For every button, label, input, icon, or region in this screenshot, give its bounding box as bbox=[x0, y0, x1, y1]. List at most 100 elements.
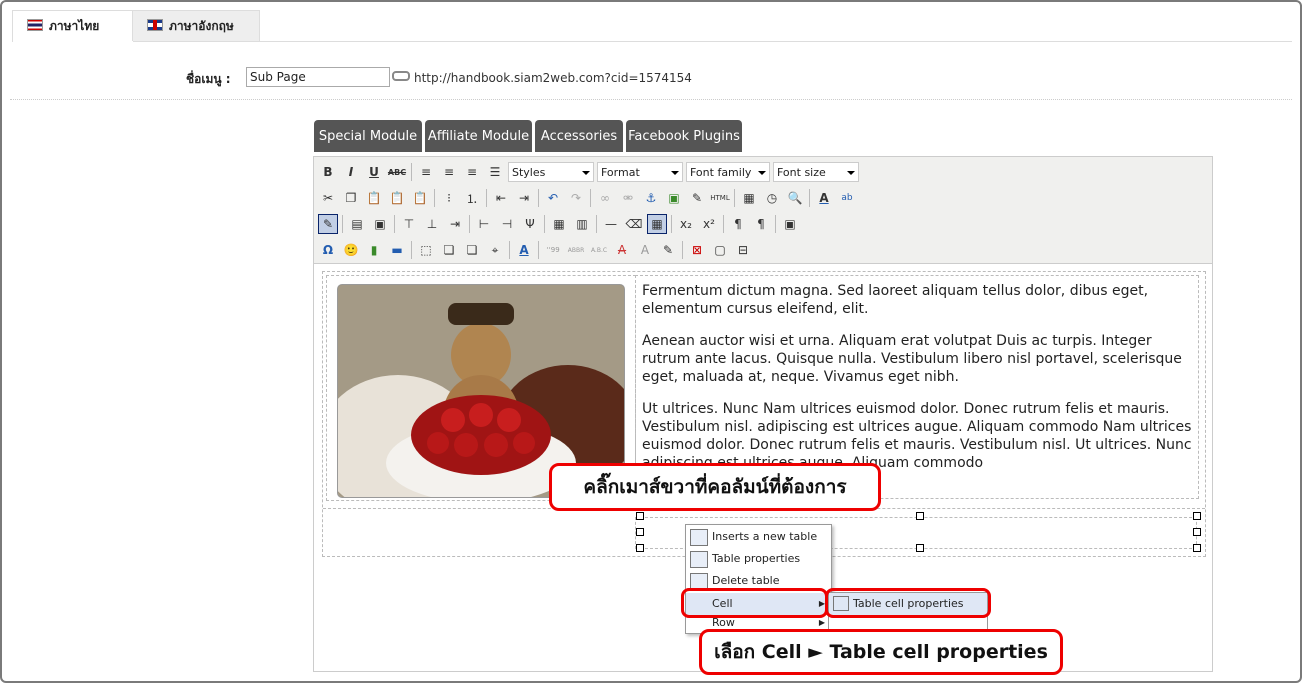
attributes-icon[interactable]: ✎ bbox=[658, 240, 678, 260]
move-backward-icon[interactable]: ❏ bbox=[462, 240, 482, 260]
preview-icon[interactable]: 🔍 bbox=[785, 188, 805, 208]
merge-cells-icon[interactable]: ▥ bbox=[572, 214, 592, 234]
align-center-icon[interactable]: ≡ bbox=[439, 162, 459, 182]
menu-item-table-properties[interactable]: Table properties bbox=[686, 548, 831, 570]
menu-name-input[interactable]: Sub Page bbox=[246, 67, 390, 87]
table-edit-icon[interactable]: ✎ bbox=[318, 214, 338, 234]
callout-right-click: คลิ๊กเมาส์ขวาที่คอลัมน์ที่ต้องการ bbox=[549, 463, 881, 511]
callout-select-cell: เลือก Cell ► Table cell properties bbox=[699, 629, 1063, 675]
link-icon bbox=[392, 71, 410, 81]
row-before-icon[interactable]: ⊤ bbox=[399, 214, 419, 234]
acronym-icon[interactable]: A.B.C bbox=[589, 240, 609, 260]
format-select[interactable]: Format bbox=[597, 162, 683, 182]
delete-row-icon[interactable]: ⇥ bbox=[445, 214, 465, 234]
cite-icon[interactable]: ‘‘99 bbox=[543, 240, 563, 260]
visual-chars-icon[interactable]: ⊠ bbox=[687, 240, 707, 260]
row-after-icon[interactable]: ⊥ bbox=[422, 214, 442, 234]
page-url-text: http://handbook.siam2web.com?cid=1574154 bbox=[414, 71, 692, 85]
emoticon-icon[interactable]: 🙂 bbox=[341, 240, 361, 260]
page-break-icon[interactable]: ⊟ bbox=[733, 240, 753, 260]
facebook-plugins-button[interactable]: Facebook Plugins bbox=[626, 120, 742, 152]
rtl-icon[interactable]: ¶ bbox=[751, 214, 771, 234]
menu-item-label: Inserts a new table bbox=[712, 530, 818, 543]
col-after-icon[interactable]: ⊣ bbox=[497, 214, 517, 234]
fullscreen-icon[interactable]: ▣ bbox=[780, 214, 800, 234]
bold-icon[interactable]: B bbox=[318, 162, 338, 182]
resize-handle[interactable] bbox=[1193, 544, 1201, 552]
table-cell-props-icon[interactable]: ▣ bbox=[370, 214, 390, 234]
paste-word-icon[interactable]: 📋 bbox=[410, 188, 430, 208]
delete-col-icon[interactable]: Ψ bbox=[520, 214, 540, 234]
abbr-icon[interactable]: ABBR bbox=[566, 240, 586, 260]
text-color-icon[interactable]: A bbox=[814, 188, 834, 208]
font-size-select[interactable]: Font size bbox=[773, 162, 859, 182]
link-insert-icon[interactable]: ∞ bbox=[595, 188, 615, 208]
tab-thai-label: ภาษาไทย bbox=[49, 19, 100, 33]
outdent-icon[interactable]: ⇤ bbox=[491, 188, 511, 208]
align-right-icon[interactable]: ≡ bbox=[462, 162, 482, 182]
special-module-button[interactable]: Special Module bbox=[314, 120, 422, 152]
italic-icon[interactable]: I bbox=[341, 162, 361, 182]
ins-icon[interactable]: A bbox=[635, 240, 655, 260]
paste-text-icon[interactable]: 📋 bbox=[387, 188, 407, 208]
underline-icon[interactable]: U bbox=[364, 162, 384, 182]
indent-icon[interactable]: ⇥ bbox=[514, 188, 534, 208]
template-icon[interactable]: ▢ bbox=[710, 240, 730, 260]
cut-icon[interactable]: ✂ bbox=[318, 188, 338, 208]
tab-thai[interactable]: ภาษาไทย bbox=[12, 10, 134, 42]
numbered-list-icon[interactable]: ⒈ bbox=[462, 188, 482, 208]
html-icon[interactable]: HTML bbox=[710, 188, 730, 208]
styles-select[interactable]: Styles bbox=[508, 162, 594, 182]
highlight-cell bbox=[681, 588, 828, 618]
bullet-list-icon[interactable]: ⁝ bbox=[439, 188, 459, 208]
media-icon[interactable]: ▮ bbox=[364, 240, 384, 260]
align-left-icon[interactable]: ≡ bbox=[416, 162, 436, 182]
paste-icon[interactable]: 📋 bbox=[364, 188, 384, 208]
horizontal-rule-icon[interactable]: — bbox=[601, 214, 621, 234]
menu-item-insert-table[interactable]: Inserts a new table bbox=[686, 526, 831, 548]
accessories-button[interactable]: Accessories bbox=[535, 120, 623, 152]
copy-icon[interactable]: ❐ bbox=[341, 188, 361, 208]
undo-icon[interactable]: ↶ bbox=[543, 188, 563, 208]
insert-time-icon[interactable]: ◷ bbox=[762, 188, 782, 208]
split-cells-icon[interactable]: ▦ bbox=[549, 214, 569, 234]
subscript-icon[interactable]: x₂ bbox=[676, 214, 696, 234]
ltr-icon[interactable]: ¶ bbox=[728, 214, 748, 234]
affiliate-module-button[interactable]: Affiliate Module bbox=[425, 120, 532, 152]
anchor-icon[interactable]: ⚓ bbox=[641, 188, 661, 208]
superscript-icon[interactable]: x² bbox=[699, 214, 719, 234]
move-forward-icon[interactable]: ❏ bbox=[439, 240, 459, 260]
col-before-icon[interactable]: ⊢ bbox=[474, 214, 494, 234]
menu-item-label: Table properties bbox=[712, 552, 801, 565]
insert-date-icon[interactable]: ▦ bbox=[739, 188, 759, 208]
resize-handle[interactable] bbox=[636, 544, 644, 552]
resize-handle[interactable] bbox=[916, 544, 924, 552]
paragraph-1: Fermentum dictum magna. Sed laoreet aliq… bbox=[642, 283, 1149, 317]
hr-line-icon[interactable]: ▬ bbox=[387, 240, 407, 260]
resize-handle[interactable] bbox=[1193, 512, 1201, 520]
resize-handle[interactable] bbox=[636, 528, 644, 536]
resize-handle[interactable] bbox=[636, 512, 644, 520]
cleanup-icon[interactable]: ✎ bbox=[687, 188, 707, 208]
absolute-icon[interactable]: ⌖ bbox=[485, 240, 505, 260]
special-char-icon[interactable]: Ω bbox=[318, 240, 338, 260]
redo-icon[interactable]: ↷ bbox=[566, 188, 586, 208]
strikethrough-icon[interactable]: ABC bbox=[387, 162, 407, 182]
align-justify-icon[interactable]: ☰ bbox=[485, 162, 505, 182]
styleprops-icon[interactable]: A bbox=[514, 240, 534, 260]
background-color-icon[interactable]: ab bbox=[837, 188, 857, 208]
unlink-icon[interactable]: ⚮ bbox=[618, 188, 638, 208]
resize-handle[interactable] bbox=[916, 512, 924, 520]
insert-layer-icon[interactable]: ⬚ bbox=[416, 240, 436, 260]
visual-aid-icon[interactable]: ▦ bbox=[647, 214, 667, 234]
font-family-select[interactable]: Font family bbox=[686, 162, 770, 182]
remove-format-icon[interactable]: ⌫ bbox=[624, 214, 644, 234]
table-row-props-icon[interactable]: ▤ bbox=[347, 214, 367, 234]
editor-window: ภาษาไทย ภาษาอังกฤษ ชื่อเมนู : Sub Page h… bbox=[0, 0, 1302, 683]
resize-handle[interactable] bbox=[1193, 528, 1201, 536]
del-icon[interactable]: A bbox=[612, 240, 632, 260]
image-icon[interactable]: ▣ bbox=[664, 188, 684, 208]
tab-english[interactable]: ภาษาอังกฤษ bbox=[132, 10, 260, 41]
page-url[interactable]: http://handbook.siam2web.com?cid=1574154 bbox=[392, 71, 692, 85]
editor-content[interactable]: Fermentum dictum magna. Sed laoreet aliq… bbox=[322, 271, 1206, 557]
